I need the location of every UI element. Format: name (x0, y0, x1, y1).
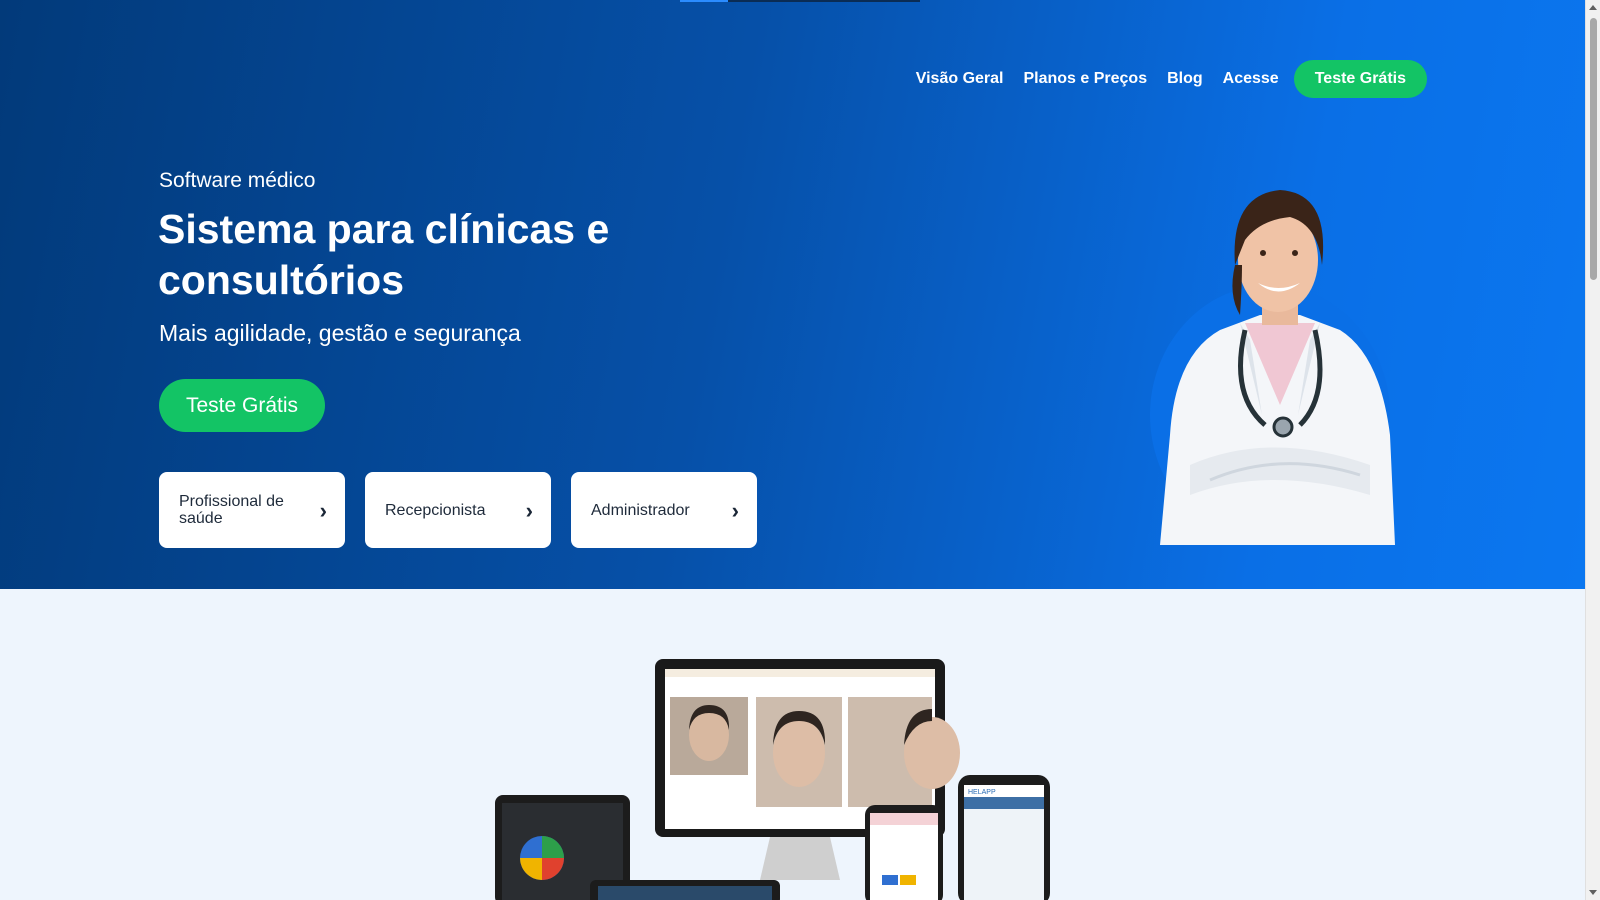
scrollbar-thumb[interactable] (1590, 18, 1597, 280)
scroll-up-icon[interactable] (1589, 5, 1597, 10)
nav-visao-geral[interactable]: Visão Geral (916, 70, 1004, 88)
chevron-right-icon: › (319, 497, 327, 523)
chevron-right-icon: › (525, 497, 533, 523)
role-card-administrador[interactable]: Administrador › (571, 472, 757, 548)
svg-text:HELAPP: HELAPP (968, 789, 996, 796)
nav-trial-button[interactable]: Teste Grátis (1293, 60, 1427, 98)
nav-planos-precos[interactable]: Planos e Preços (1023, 70, 1147, 88)
role-card-profissional-saude[interactable]: Profissional de saúde › (159, 472, 345, 548)
chevron-right-icon: › (731, 497, 739, 523)
nav-blog[interactable]: Blog (1167, 70, 1203, 88)
nav-acesse[interactable]: Acesse (1223, 70, 1279, 88)
role-card-recepcionista[interactable]: Recepcionista › (365, 472, 551, 548)
doctor-photo (1150, 190, 1395, 545)
top-progress-strip (680, 0, 920, 2)
hero-subtitle: Mais agilidade, gestão e segurança (159, 320, 521, 346)
role-label: Recepcionista (385, 501, 486, 519)
role-label: Profissional de saúde (179, 493, 284, 527)
hero-section: Visão Geral Planos e Preços Blog Acesse … (0, 0, 1585, 589)
page-scrollbar[interactable] (1585, 0, 1600, 900)
hero-trial-button[interactable]: Teste Grátis (159, 379, 325, 432)
scroll-down-icon[interactable] (1589, 890, 1597, 895)
devices-mockup-image: HELAPP (495, 659, 1050, 900)
role-cards: Profissional de saúde › Recepcionista › … (159, 472, 757, 548)
role-label: Administrador (591, 501, 690, 519)
top-navigation: Visão Geral Planos e Preços Blog Acesse … (896, 60, 1427, 98)
hero-headline: Sistema para clínicas e consultórios (158, 206, 610, 303)
hero-eyebrow: Software médico (159, 169, 316, 192)
